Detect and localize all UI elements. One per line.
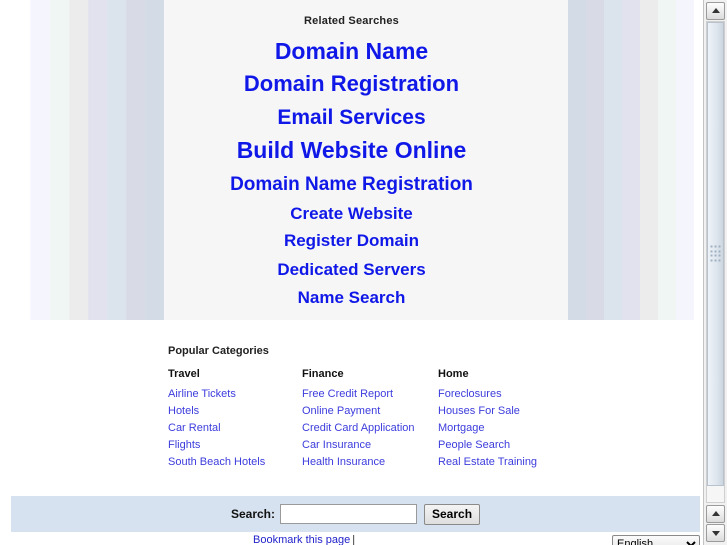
bookmark-area: Bookmark this page | [253, 534, 355, 545]
bookmark-this-page-link[interactable]: Bookmark this page [253, 534, 350, 545]
category-link-finance-1[interactable]: Free Credit Report [302, 386, 428, 403]
category-link-travel-5[interactable]: South Beach Hotels [168, 454, 292, 471]
footer-separator: | [352, 534, 356, 545]
scroll-down-arrow-icon [711, 531, 720, 536]
category-link-home-5[interactable]: Real Estate Training [438, 454, 578, 471]
related-search-link-8[interactable]: Dedicated Servers [0, 260, 703, 278]
related-search-link-9[interactable]: Name Search [0, 289, 703, 307]
search-input[interactable] [280, 504, 417, 524]
category-heading-home: Home [438, 368, 469, 380]
category-column-finance: Finance Free Credit Report Online Paymen… [302, 368, 428, 471]
scrollbar-thumb[interactable] [707, 22, 724, 486]
related-searches-section: Related Searches Domain Name Domain Regi… [0, 0, 703, 320]
related-searches-title: Related Searches [304, 15, 399, 27]
search-label: Search: [230, 507, 275, 521]
related-search-link-2[interactable]: Domain Registration [0, 73, 703, 96]
category-link-home-4[interactable]: People Search [438, 437, 578, 454]
category-link-home-3[interactable]: Mortgage [438, 420, 578, 437]
scrollbar-grip-icon [710, 245, 721, 263]
scrollbar-track[interactable] [706, 21, 725, 503]
popular-categories-section: Popular Categories Travel Airline Ticket… [168, 345, 588, 471]
vertical-scrollbar[interactable] [703, 0, 727, 545]
scroll-up-arrow-icon-bottom [711, 511, 720, 516]
related-search-link-1[interactable]: Domain Name [0, 39, 703, 63]
footer-links-row: Bookmark this page | English [0, 534, 703, 545]
category-link-home-1[interactable]: Foreclosures [438, 386, 578, 403]
language-select[interactable]: English [612, 535, 700, 545]
category-link-home-2[interactable]: Houses For Sale [438, 403, 578, 420]
category-column-home: Home Foreclosures Houses For Sale Mortga… [438, 368, 578, 471]
related-search-link-3[interactable]: Email Services [0, 106, 703, 128]
category-heading-travel: Travel [168, 368, 200, 380]
category-link-finance-5[interactable]: Health Insurance [302, 454, 428, 471]
popular-categories-title: Popular Categories [168, 345, 269, 357]
search-bar-section: Search: Search [11, 496, 700, 532]
page-viewport: Related Searches Domain Name Domain Regi… [0, 0, 703, 545]
scroll-up-button-bottom[interactable] [706, 505, 725, 523]
related-search-link-7[interactable]: Register Domain [0, 232, 703, 250]
search-submit-button[interactable]: Search [424, 503, 481, 525]
category-link-finance-2[interactable]: Online Payment [302, 403, 428, 420]
scroll-down-button[interactable] [706, 524, 725, 542]
popular-categories-columns: Travel Airline Tickets Hotels Car Rental… [168, 368, 588, 471]
category-link-travel-2[interactable]: Hotels [168, 403, 292, 420]
category-link-travel-3[interactable]: Car Rental [168, 420, 292, 437]
related-search-link-6[interactable]: Create Website [0, 205, 703, 223]
category-link-finance-3[interactable]: Credit Card Application [302, 420, 428, 437]
related-search-link-5[interactable]: Domain Name Registration [0, 174, 703, 194]
category-heading-finance: Finance [302, 368, 344, 380]
related-search-link-4[interactable]: Build Website Online [0, 138, 703, 162]
category-link-finance-4[interactable]: Car Insurance [302, 437, 428, 454]
category-link-travel-4[interactable]: Flights [168, 437, 292, 454]
category-column-travel: Travel Airline Tickets Hotels Car Rental… [168, 368, 292, 471]
category-link-travel-1[interactable]: Airline Tickets [168, 386, 292, 403]
scroll-up-arrow-icon [711, 8, 720, 13]
scroll-up-button-top[interactable] [706, 2, 725, 20]
